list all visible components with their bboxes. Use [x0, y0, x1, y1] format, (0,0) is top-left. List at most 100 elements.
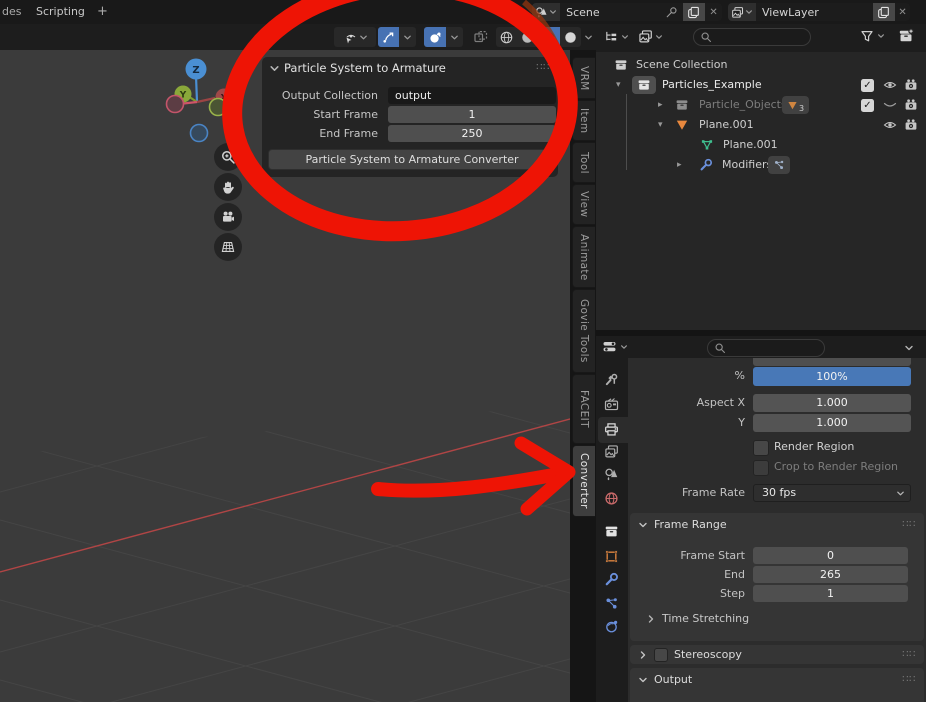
workspace-tab-scripting[interactable]: Scripting — [36, 0, 85, 24]
drag-handle-icon[interactable]: ∷∷ — [536, 63, 550, 73]
crop-render-region-checkbox[interactable] — [753, 460, 769, 476]
tab-object-icon[interactable] — [604, 549, 619, 564]
aspect-y-field[interactable]: 1.000 — [753, 414, 911, 432]
tab-item[interactable]: Item — [572, 100, 595, 141]
outliner-row-scene-collection[interactable]: Scene Collection — [596, 55, 926, 75]
tab-world-icon[interactable] — [604, 491, 619, 506]
exclude-checkbox[interactable]: ✓ — [861, 79, 874, 92]
section-collapse-icon[interactable] — [638, 520, 648, 530]
eye-closed-icon[interactable] — [883, 98, 897, 112]
exclude-checkbox[interactable]: ✓ — [861, 99, 874, 112]
tab-tool-icon[interactable] — [604, 372, 619, 387]
tab-collection-icon[interactable] — [604, 524, 619, 539]
tab-modifiers-icon[interactable] — [604, 572, 619, 587]
stereoscopy-title[interactable]: Stereoscopy — [674, 646, 742, 664]
proportional-edit-toggle[interactable] — [424, 27, 446, 47]
tab-particles-icon[interactable] — [604, 596, 619, 611]
camera-view-button[interactable] — [214, 203, 242, 231]
subsection-closed-icon[interactable] — [646, 614, 656, 624]
disclosure-closed-icon[interactable]: ▸ — [677, 155, 682, 175]
viewlayer-name-field[interactable]: ViewLayer — [756, 3, 873, 21]
clipped-field[interactable] — [753, 358, 911, 366]
outliner-filter-button[interactable] — [860, 29, 885, 43]
outliner-search-input[interactable] — [693, 28, 811, 46]
viewlayer-remove-button[interactable]: ✕ — [895, 3, 910, 21]
properties-options-dropdown[interactable] — [904, 343, 914, 353]
section-collapse-icon[interactable] — [638, 675, 648, 685]
tab-animate[interactable]: Animate — [572, 226, 595, 288]
camera-visibility-icon[interactable] — [904, 78, 918, 92]
gizmo-minus-y-ball[interactable] — [210, 99, 227, 116]
camera-visibility-icon[interactable] — [904, 118, 918, 132]
scene-browse-button[interactable] — [532, 3, 560, 21]
viewport-3d[interactable]: X Y Z — [0, 50, 596, 702]
convert-button[interactable]: Particle System to Armature Converter — [268, 149, 556, 170]
scene-name-field[interactable]: Scene — [560, 3, 683, 21]
resolution-percent-slider[interactable]: 100% — [753, 367, 911, 386]
eye-icon[interactable] — [883, 78, 897, 92]
frame-end-field[interactable]: 265 — [753, 566, 908, 583]
proportional-edit-dropdown[interactable] — [446, 27, 463, 47]
outliner-row-modifiers[interactable]: ▸ Modifiers — [596, 155, 926, 175]
toggle-ortho-button[interactable] — [214, 233, 242, 261]
frame-range-title[interactable]: Frame Range — [654, 516, 727, 534]
panel-collapse-icon[interactable] — [269, 63, 280, 74]
aspect-x-field[interactable]: 1.000 — [753, 394, 911, 412]
snap-dropdown[interactable] — [399, 27, 416, 47]
output-title[interactable]: Output — [654, 671, 692, 689]
tab-render-icon[interactable] — [604, 397, 619, 412]
zoom-button[interactable] — [214, 143, 242, 171]
camera-visibility-icon[interactable] — [904, 98, 918, 112]
frame-start-field[interactable]: 0 — [753, 547, 908, 564]
shading-solid-button[interactable] — [517, 27, 538, 47]
workspace-tab-partial[interactable]: des — [2, 0, 21, 24]
start-frame-field[interactable]: 1 — [388, 106, 556, 123]
properties-search-input[interactable] — [707, 339, 825, 357]
section-closed-icon[interactable] — [638, 650, 648, 660]
output-collection-field[interactable]: output — [388, 87, 556, 104]
drag-handle-icon[interactable]: ∷∷ — [902, 675, 916, 685]
outliner-row-plane-data[interactable]: Plane.001 — [596, 135, 926, 155]
drag-handle-icon[interactable]: ∷∷ — [902, 650, 916, 660]
gizmo-minus-x-ball[interactable] — [167, 96, 184, 113]
frame-rate-dropdown[interactable]: 30 fps — [753, 484, 911, 502]
end-frame-field[interactable]: 250 — [388, 125, 556, 142]
outliner-row-particle-objects[interactable]: ▸ Particle_Objects 3 ✓ — [596, 95, 926, 115]
tab-view[interactable]: View — [572, 184, 595, 225]
properties-editor-type-button[interactable] — [602, 339, 628, 355]
drag-handle-icon[interactable]: ∷∷ — [902, 520, 916, 530]
outliner-row-particles-example[interactable]: ▾ Particles_Example ✓ — [596, 75, 926, 95]
shading-material-button[interactable] — [538, 27, 560, 47]
frame-step-field[interactable]: 1 — [753, 585, 908, 602]
outliner-filter-mode-button[interactable] — [638, 29, 663, 44]
tab-physics-icon[interactable] — [604, 619, 619, 634]
scene-copy-button[interactable] — [683, 3, 705, 21]
viewlayer-copy-button[interactable] — [873, 3, 895, 21]
pin-icon[interactable] — [665, 6, 678, 19]
tab-govie-tools[interactable]: Govie Tools — [572, 289, 595, 373]
tab-vrm[interactable]: VRM — [572, 57, 595, 99]
tab-tool[interactable]: Tool — [572, 142, 595, 183]
scene-unlink-button[interactable]: ✕ — [705, 3, 722, 21]
panel-title[interactable]: Particle System to Armature — [284, 60, 446, 77]
eye-icon[interactable] — [883, 118, 897, 132]
tab-converter[interactable]: Converter — [572, 445, 595, 517]
gizmos-dropdown[interactable] — [334, 27, 376, 47]
tab-view-layer-icon[interactable] — [604, 444, 619, 459]
shading-dropdown[interactable] — [581, 27, 596, 47]
tab-scene-icon[interactable] — [604, 467, 619, 482]
shading-wireframe-button[interactable] — [496, 27, 517, 47]
render-region-checkbox[interactable] — [753, 440, 769, 456]
disclosure-closed-icon[interactable]: ▸ — [658, 95, 663, 115]
disclosure-open-icon[interactable]: ▾ — [658, 115, 663, 135]
pan-button[interactable] — [214, 173, 242, 201]
tab-faceit[interactable]: FACEIT — [572, 374, 595, 444]
render-region-icon[interactable] — [470, 27, 492, 47]
outliner-row-plane-object[interactable]: ▾ Plane.001 — [596, 115, 926, 135]
disclosure-open-icon[interactable]: ▾ — [616, 75, 621, 95]
gizmo-minus-z-ball[interactable] — [191, 125, 208, 142]
stereoscopy-checkbox[interactable] — [654, 648, 668, 662]
tab-output-icon[interactable] — [604, 422, 619, 437]
shading-rendered-button[interactable] — [560, 27, 581, 47]
outliner-display-mode-button[interactable] — [604, 29, 629, 44]
